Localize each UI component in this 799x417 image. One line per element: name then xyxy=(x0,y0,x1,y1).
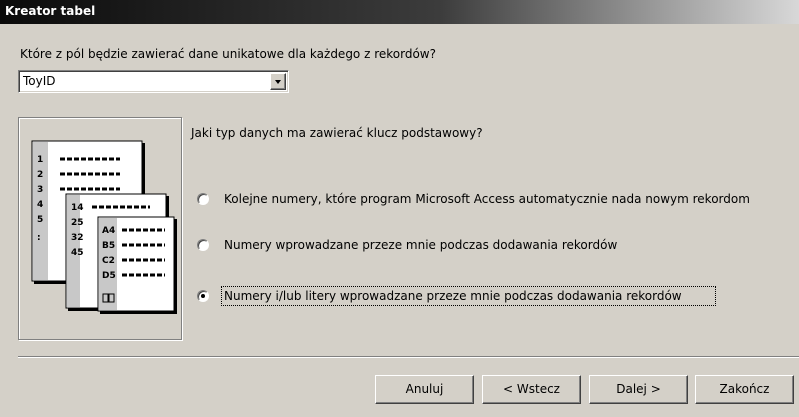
field-combobox[interactable]: ToyID xyxy=(18,70,289,93)
back-row-1: 2 xyxy=(37,170,43,180)
front-row-2: C2 xyxy=(102,256,115,266)
table-illustration: 1 2 3 4 5 : 14 25 32 45 A4 B5 C2 D5 xyxy=(18,117,182,340)
next-button[interactable]: Dalej > xyxy=(589,375,688,404)
field-question-label: Które z pól będzie zawierać dane unikato… xyxy=(20,47,436,61)
finish-button[interactable]: Zakończ xyxy=(695,375,794,404)
stacked-tables-icon: 1 2 3 4 5 : 14 25 32 45 A4 B5 C2 D5 xyxy=(31,140,177,314)
back-row-4: 5 xyxy=(37,215,43,225)
chevron-down-icon[interactable] xyxy=(270,73,286,90)
front-row-3: D5 xyxy=(102,271,116,281)
back-row-2: 3 xyxy=(37,185,43,195)
field-combobox-value: ToyID xyxy=(23,74,56,88)
option-user-numbers-letters-label[interactable]: Numery i/lub litery wprowadzane przeze m… xyxy=(221,286,716,306)
key-type-question: Jaki typ danych ma zawierać klucz podsta… xyxy=(191,126,483,140)
option-auto-number-label[interactable]: Kolejne numery, które program Microsoft … xyxy=(224,192,750,206)
radio-user-numbers-letters[interactable] xyxy=(197,290,209,302)
front-row-1: B5 xyxy=(102,241,115,251)
middle-row-3: 45 xyxy=(71,248,84,258)
radio-user-numbers[interactable] xyxy=(197,239,209,251)
radio-auto-number[interactable] xyxy=(197,193,209,205)
title-bar: Kreator tabel xyxy=(0,0,799,24)
back-button[interactable]: < Wstecz xyxy=(482,375,581,404)
back-row-5: : xyxy=(37,233,41,243)
middle-row-0: 14 xyxy=(71,203,84,213)
window-title: Kreator tabel xyxy=(5,4,96,18)
back-row-3: 4 xyxy=(37,200,43,210)
separator xyxy=(18,356,799,358)
middle-row-2: 32 xyxy=(71,233,84,243)
cancel-button[interactable]: Anuluj xyxy=(375,375,474,404)
front-row-0: A4 xyxy=(102,226,115,236)
option-user-numbers-label[interactable]: Numery wprowadzane przeze mnie podczas d… xyxy=(224,238,617,252)
back-row-0: 1 xyxy=(37,155,43,165)
middle-row-1: 25 xyxy=(71,218,84,228)
